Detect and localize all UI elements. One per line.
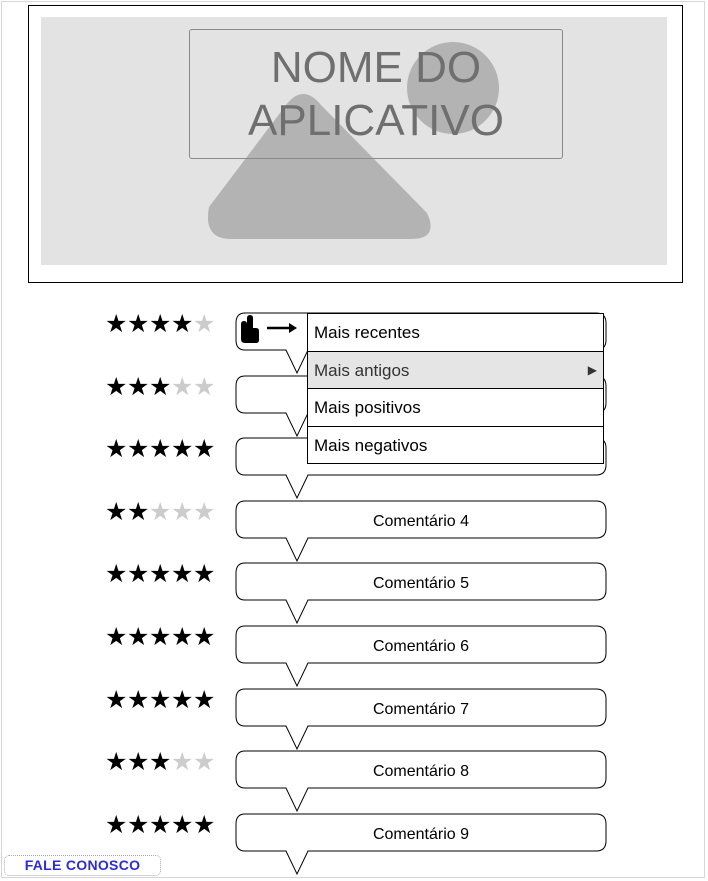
comment-bubble: Comentário 9 [235,813,608,875]
star-empty-icon: ★ [193,310,216,338]
star-filled-icon: ★ [105,560,128,589]
tap-gesture-icon [237,314,299,344]
star-filled-icon: ★ [149,310,172,338]
star-filled-icon: ★ [127,810,150,839]
sort-option-label: Mais antigos [314,360,410,380]
star-rating: ★ ★ ★ ★ ★ [105,560,216,589]
sort-menu[interactable]: Mais recentes Mais antigos ▶ Mais positiv… [307,313,604,464]
speech-bubble-shape [235,813,607,875]
sort-option-label: Mais recentes [314,323,420,342]
sort-option-label: Mais positivos [314,398,421,417]
star-filled-icon: ★ [171,310,194,338]
comment-text: Comentário 5 [372,575,470,593]
star-filled-icon: ★ [127,560,150,589]
app-title: NOME DO APLICATIVO [248,43,504,145]
sort-option-mais-positivos[interactable]: Mais positivos [308,389,603,427]
speech-bubble-shape [235,625,607,688]
star-filled-icon: ★ [149,810,172,839]
star-filled-icon: ★ [149,623,172,651]
sort-option-mais-antigos[interactable]: Mais antigos ▶ [308,351,603,389]
star-filled-icon: ★ [149,560,172,589]
review-row: ★ ★ ★ ★ ★ Comentário 8 [0,748,708,813]
speech-bubble-shape [235,500,607,562]
star-filled-icon: ★ [105,685,128,714]
comment-text: Comentário 6 [372,638,470,655]
star-filled-icon: ★ [171,810,194,839]
star-filled-icon: ★ [105,810,128,839]
app-header: NOME DO APLICATIVO [28,5,683,283]
star-filled-icon: ★ [105,310,128,338]
star-empty-icon: ★ [193,748,216,777]
star-filled-icon: ★ [171,435,194,464]
star-filled-icon: ★ [149,435,172,464]
star-filled-icon: ★ [193,623,216,651]
comment-text: Comentário 9 [372,825,470,843]
review-row: ★ ★ ★ ★ ★ Comentário 7 [0,685,708,750]
star-rating: ★ ★ ★ ★ ★ [105,435,216,464]
star-filled-icon: ★ [193,685,216,714]
star-filled-icon: ★ [171,560,194,589]
star-filled-icon: ★ [127,685,150,714]
sort-option-label: Mais negativos [314,435,428,455]
star-filled-icon: ★ [127,372,150,401]
image-placeholder: NOME DO APLICATIVO [41,17,667,265]
speech-bubble-shape [235,750,607,813]
star-filled-icon: ★ [105,497,128,526]
submenu-arrow-icon: ▶ [587,362,597,377]
comment-text: Comentário 8 [372,763,470,781]
comment-bubble: Comentário 4 [235,500,608,562]
comment-bubble: Comentário 8 [235,750,608,813]
speech-bubble-shape [235,688,607,750]
speech-bubble-shape [235,562,607,625]
comment-bubble: Comentário 5 [235,562,608,625]
star-rating: ★ ★ ★ ★ ★ [105,810,216,839]
sort-option-mais-recentes[interactable]: Mais recentes [308,314,603,352]
star-filled-icon: ★ [127,497,150,526]
contact-link[interactable]: FALE CONOSCO [4,855,161,876]
star-filled-icon: ★ [193,560,216,589]
star-filled-icon: ★ [127,748,150,777]
star-filled-icon: ★ [171,623,194,651]
star-filled-icon: ★ [105,372,128,401]
star-rating: ★ ★ ★ ★ ★ [105,685,216,714]
comment-text: Comentário 7 [372,700,470,718]
star-empty-icon: ★ [193,497,216,526]
star-rating: ★ ★ ★ ★ ★ [105,623,216,651]
review-row: ★ ★ ★ ★ ★ Comentário 6 [0,623,708,688]
star-rating: ★ ★ ★ ★ ★ [105,748,216,777]
star-filled-icon: ★ [127,435,150,464]
review-row: ★ ★ ★ ★ ★ Comentário 5 [0,560,708,625]
review-row: ★ ★ ★ ★ ★ Comentário 4 [0,497,708,562]
star-rating: ★ ★ ★ ★ ★ [105,497,216,526]
sort-option-mais-negativos[interactable]: Mais negativos [308,427,603,465]
star-filled-icon: ★ [149,748,172,777]
star-filled-icon: ★ [171,685,194,714]
star-empty-icon: ★ [171,748,194,777]
star-filled-icon: ★ [149,685,172,714]
star-empty-icon: ★ [149,497,172,526]
star-empty-icon: ★ [193,372,216,401]
star-filled-icon: ★ [127,623,150,651]
star-filled-icon: ★ [193,435,216,464]
star-filled-icon: ★ [105,623,128,651]
app-title-box: NOME DO APLICATIVO [189,29,563,159]
star-empty-icon: ★ [171,497,194,526]
star-filled-icon: ★ [105,748,128,777]
star-filled-icon: ★ [149,372,172,401]
comment-text: Comentário 4 [372,512,470,530]
star-rating: ★ ★ ★ ★ ★ [105,310,216,338]
comment-bubble: Comentário 7 [235,688,608,750]
star-filled-icon: ★ [193,810,216,839]
star-filled-icon: ★ [127,310,150,338]
star-rating: ★ ★ ★ ★ ★ [105,372,216,401]
star-empty-icon: ★ [171,372,194,401]
star-filled-icon: ★ [105,435,128,464]
comment-bubble: Comentário 6 [235,625,608,688]
